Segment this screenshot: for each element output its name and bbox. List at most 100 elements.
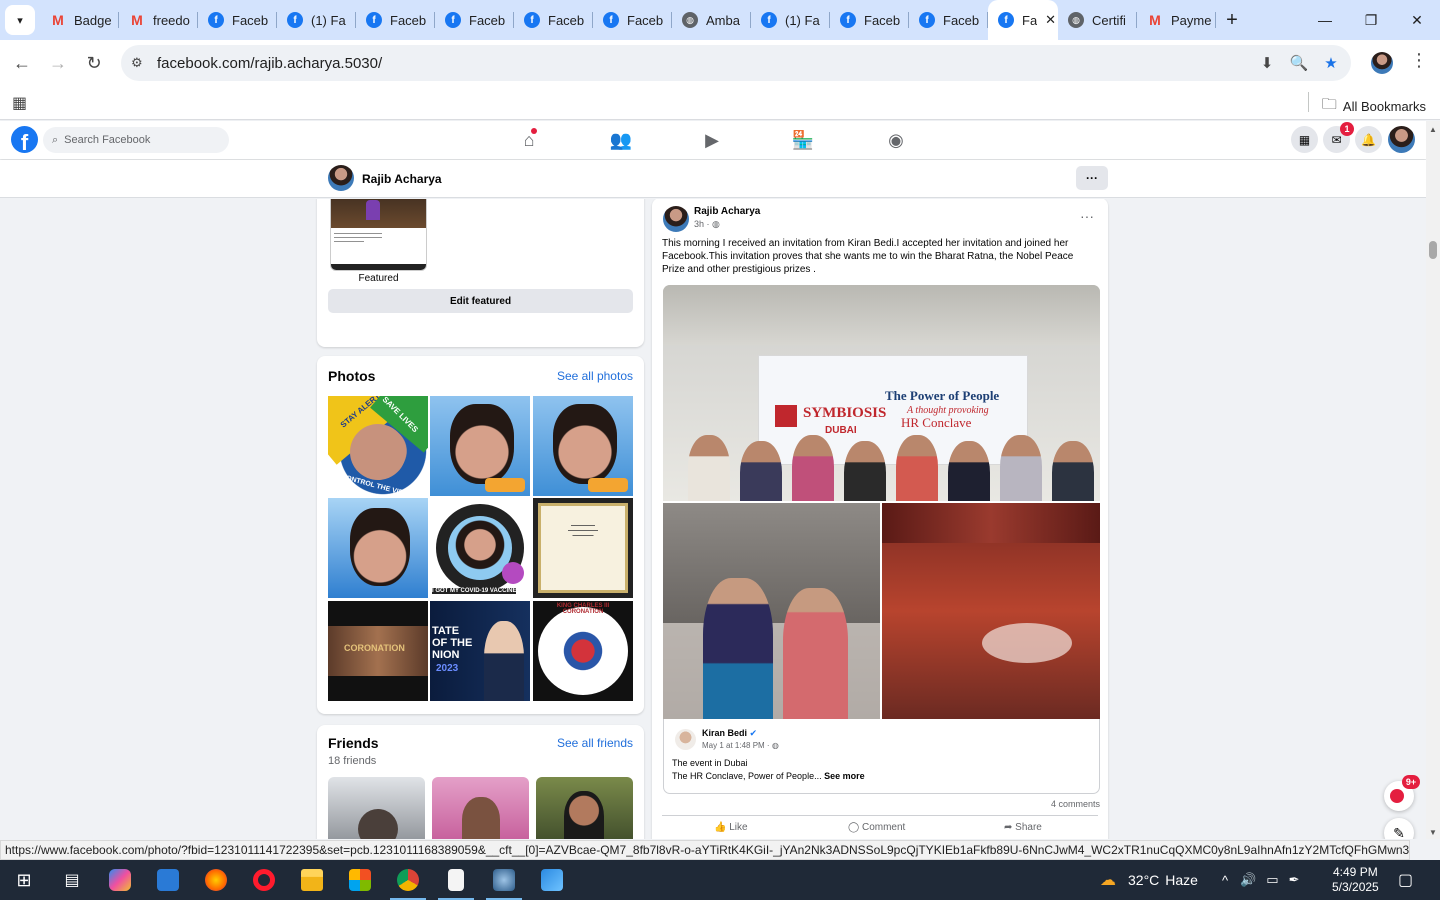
photos-icon[interactable] [528, 860, 576, 900]
browser-tab[interactable]: f Faceb [593, 0, 672, 40]
photo-tile[interactable] [533, 396, 633, 496]
page-scrollbar[interactable]: ▲ ▼ [1426, 121, 1440, 839]
photo-tile[interactable] [430, 396, 530, 496]
forward-icon[interactable]: → [40, 45, 76, 81]
volume-icon[interactable]: 🔊 [1240, 872, 1256, 888]
chrome-menu-icon[interactable]: ⋮ [1410, 50, 1428, 71]
task-view-icon[interactable]: ▤ [48, 860, 96, 900]
photo-tile[interactable]: TATE OF THE NION 2023 [430, 601, 530, 701]
browser-tab[interactable]: f Faceb [435, 0, 514, 40]
site-info-icon[interactable]: ⚙ [131, 55, 149, 71]
see-more-link[interactable]: See more [824, 771, 865, 781]
notification-center-icon[interactable]: ▢ [1398, 860, 1413, 900]
chat-head-button[interactable]: 9+ [1384, 775, 1420, 811]
photo-tile[interactable]: I GOT MY COVID-19 VACCINE [430, 498, 530, 598]
see-all-photos-link[interactable]: See all photos [557, 369, 633, 383]
friend-photo[interactable] [432, 777, 529, 839]
all-bookmarks-button[interactable]: 🗀 All Bookmarks [1322, 94, 1426, 119]
copilot-icon[interactable] [96, 860, 144, 900]
browser-tab[interactable]: ◍ Certifi [1058, 0, 1137, 40]
file-explorer-icon[interactable] [288, 860, 336, 900]
menu-grid-icon[interactable]: ▦ [1291, 126, 1318, 153]
account-avatar[interactable] [1388, 126, 1415, 153]
app-icon[interactable] [480, 860, 528, 900]
shared-post-preview[interactable]: Kiran Bedi ✔ May 1 at 1:48 PM · ◍ The ev… [663, 719, 1100, 794]
groups-nav-icon[interactable]: ◉ [866, 121, 926, 159]
install-app-icon[interactable]: ⬇ [1251, 45, 1283, 81]
friends-nav-icon[interactable]: 👥 [591, 121, 651, 159]
scrollbar-thumb[interactable] [1429, 241, 1437, 259]
facebook-search-input[interactable]: ⌕ Search Facebook [43, 127, 229, 153]
microsoft-store-icon[interactable] [336, 860, 384, 900]
marketplace-nav-icon[interactable]: 🏪 [773, 121, 833, 159]
zoom-icon[interactable]: 🔍 [1283, 45, 1315, 81]
photo-tile[interactable]: ▬▬▬▬▬▬▬▬ ▬▬▬▬▬▬▬▬▬▬ ▬▬▬▬▬▬▬ [533, 498, 633, 598]
scroll-down-icon[interactable]: ▼ [1429, 828, 1437, 837]
browser-tab[interactable]: f Faceb [198, 0, 277, 40]
browser-tab[interactable]: f (1) Fa [751, 0, 830, 40]
weather-widget[interactable]: ☁ 32°C Haze [1100, 860, 1198, 900]
notifications-bell-icon[interactable]: 🔔 [1355, 126, 1382, 153]
browser-tab[interactable]: M Badge [40, 0, 119, 40]
tab-search-button[interactable]: ▾ [5, 5, 35, 35]
chevron-up-icon[interactable]: ^ [1222, 873, 1228, 888]
post-options-icon[interactable]: ··· [1080, 208, 1094, 224]
browser-tab[interactable]: Mfreedo [119, 0, 198, 40]
share-button[interactable]: ➦ Share [1004, 822, 1042, 833]
featured-thumbnail[interactable]: ▬▬▬▬▬▬▬▬▬▬▬▬▬▬▬▬ ▬▬▬▬▬▬▬▬▬▬▬▬▬▬▬▬ ▬▬▬▬▬▬▬▬… [330, 199, 427, 271]
post-photo-left[interactable] [663, 503, 880, 719]
home-nav-icon[interactable]: ⌂ [499, 121, 559, 159]
post-timestamp[interactable]: 3h · ◍ [694, 219, 720, 230]
browser-tab[interactable]: f Faceb [514, 0, 593, 40]
photo-tile[interactable]: STAY ALERT SAVE LIVES CONTROL THE VIRUS [328, 396, 428, 496]
profile-avatar[interactable] [328, 165, 354, 191]
shared-author-avatar[interactable] [675, 729, 696, 750]
firefox-icon[interactable] [192, 860, 240, 900]
friend-photo[interactable] [328, 777, 425, 839]
messenger-icon[interactable]: ✉ 1 [1323, 122, 1354, 153]
reload-icon[interactable]: ↻ [76, 45, 112, 81]
url-text[interactable]: facebook.com/rajib.acharya.5030/ [157, 55, 382, 72]
edit-featured-button[interactable]: Edit featured [328, 289, 633, 313]
scroll-up-icon[interactable]: ▲ [1429, 125, 1437, 134]
profile-name[interactable]: Rajib Acharya [362, 172, 442, 186]
browser-tab[interactable]: ◍ Amba [672, 0, 751, 40]
post-author-name[interactable]: Rajib Acharya [694, 206, 760, 217]
close-window-button[interactable]: ✕ [1394, 0, 1440, 40]
comment-button[interactable]: ◯ Comment [848, 822, 905, 833]
notepad-icon[interactable] [432, 860, 480, 900]
address-bar[interactable]: ⚙ facebook.com/rajib.acharya.5030/ ⬇ 🔍 ★ [121, 45, 1351, 81]
post-author-avatar[interactable] [663, 206, 689, 232]
opera-icon[interactable] [240, 860, 288, 900]
new-message-button[interactable]: ✎ [1384, 818, 1414, 839]
facebook-logo[interactable]: f [11, 126, 38, 153]
more-options-button[interactable]: ··· [1076, 166, 1108, 190]
friend-photo[interactable] [536, 777, 633, 839]
app-icon[interactable] [144, 860, 192, 900]
browser-tab[interactable]: f Faceb [356, 0, 435, 40]
chrome-icon[interactable] [384, 860, 432, 900]
browser-tab[interactable]: f (1) Fa [277, 0, 356, 40]
pen-icon[interactable]: ✒ [1289, 872, 1300, 888]
new-tab-button[interactable]: + [1216, 9, 1248, 32]
post-photo-right[interactable] [882, 503, 1100, 719]
photo-tile[interactable] [328, 498, 428, 598]
post-photo-main[interactable]: SYMBIOSIS DUBAI The Power of People A th… [663, 285, 1100, 501]
bookmark-star-icon[interactable]: ★ [1315, 45, 1347, 81]
start-button[interactable]: ⊞ [0, 860, 48, 900]
video-nav-icon[interactable]: ▶ [682, 121, 742, 159]
back-icon[interactable]: ← [4, 45, 40, 81]
close-tab-icon[interactable]: ✕ [1045, 12, 1056, 28]
see-all-friends-link[interactable]: See all friends [557, 736, 633, 750]
browser-tab[interactable]: f Faceb [909, 0, 988, 40]
network-icon[interactable]: ▭ [1266, 872, 1278, 888]
like-button[interactable]: 👍 Like [714, 822, 748, 833]
photo-tile[interactable]: KING CHARLES III CORONATION [533, 601, 633, 701]
browser-tab[interactable]: f Fa ✕ [988, 0, 1058, 40]
maximize-button[interactable]: ❐ [1348, 0, 1394, 40]
minimize-button[interactable]: — [1302, 0, 1348, 40]
clock[interactable]: 4:49 PM 5/3/2025 [1332, 860, 1379, 900]
apps-grid-icon[interactable]: ▦ [12, 93, 27, 113]
shared-author-name[interactable]: Kiran Bedi ✔ [702, 728, 757, 739]
comments-count[interactable]: 4 comments [1051, 799, 1100, 809]
